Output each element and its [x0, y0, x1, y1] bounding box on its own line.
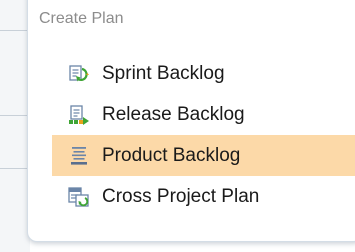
menu-item-cross-project-plan[interactable]: Cross Project Plan: [52, 176, 355, 217]
create-plan-menu: Create Plan Sprint Backlog Release Backl…: [27, 0, 355, 242]
background-divider: [0, 30, 30, 31]
sprint-backlog-icon: [68, 63, 90, 85]
background-divider: [0, 115, 30, 116]
menu-item-label: Release Backlog: [102, 103, 245, 125]
cross-project-plan-icon: [68, 186, 90, 208]
menu-item-product-backlog[interactable]: Product Backlog: [52, 135, 355, 176]
menu-item-label: Cross Project Plan: [102, 185, 260, 207]
menu-item-label: Sprint Backlog: [102, 62, 225, 84]
background-divider: [0, 168, 30, 169]
menu-header: Create Plan: [39, 10, 124, 27]
menu-item-release-backlog[interactable]: Release Backlog: [52, 94, 355, 135]
background-panel: [0, 0, 30, 252]
product-backlog-icon: [68, 145, 90, 167]
menu-item-sprint-backlog[interactable]: Sprint Backlog: [52, 53, 355, 94]
menu-item-label: Product Backlog: [102, 144, 241, 166]
release-backlog-icon: [68, 104, 90, 126]
